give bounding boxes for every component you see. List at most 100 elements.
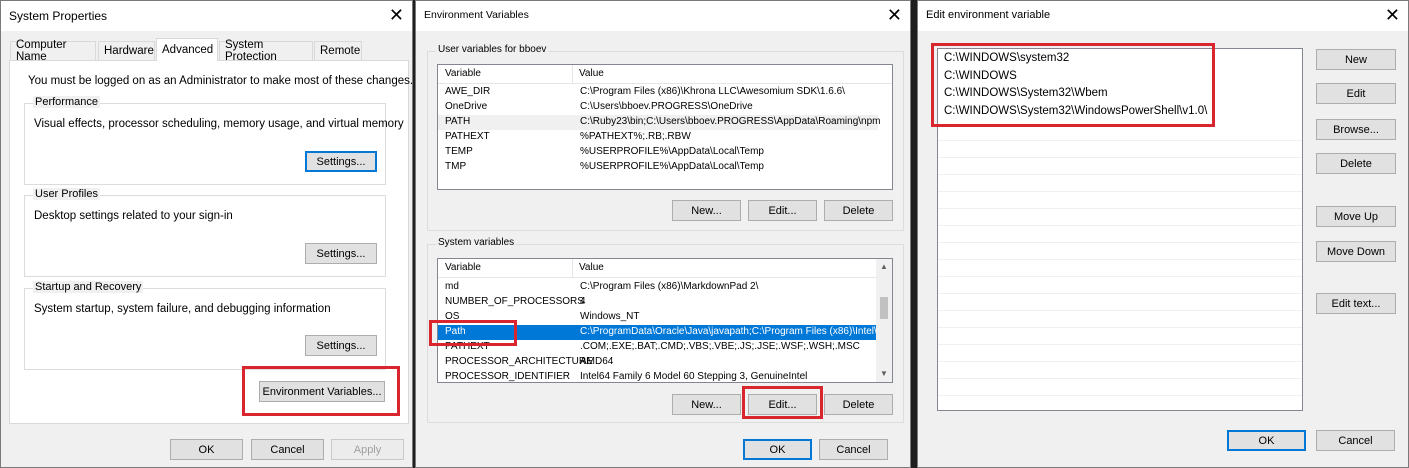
- tab-system-protection[interactable]: System Protection: [219, 39, 313, 63]
- table-row[interactable]: NUMBER_OF_PROCESSORS 4: [438, 295, 876, 310]
- row-value: %USERPROFILE%\AppData\Local\Temp: [580, 146, 764, 157]
- cancel-button[interactable]: Cancel: [251, 439, 324, 460]
- startup-recovery-group: Startup and Recovery System startup, sys…: [24, 281, 386, 370]
- system-variables-label: System variables: [436, 237, 517, 248]
- table-row[interactable]: PROCESSOR_IDENTIFIER Intel64 Family 6 Mod…: [438, 370, 876, 382]
- performance-group: Performance Visual effects, processor sc…: [24, 96, 404, 185]
- row-name: PATHEXT: [445, 131, 490, 142]
- row-name: OneDrive: [445, 101, 488, 112]
- row-value: C:\Ruby23\bin;C:\Users\bboev.PROGRESS\Ap…: [580, 116, 881, 127]
- title-bar: Environment Variables ✕: [416, 1, 910, 31]
- system-edit-button[interactable]: Edit...: [748, 394, 817, 415]
- system-new-button[interactable]: New...: [672, 394, 741, 415]
- table-row[interactable]: PATHEXT %PATHEXT%;.RB;.RBW: [438, 130, 892, 145]
- table-row[interactable]: OS Windows_NT: [438, 310, 876, 325]
- list-item[interactable]: C:\WINDOWS\system32: [944, 52, 1069, 64]
- user-profiles-label: User Profiles: [33, 188, 100, 200]
- environment-variables-button[interactable]: Environment Variables...: [259, 381, 385, 402]
- cancel-button[interactable]: Cancel: [819, 439, 888, 460]
- table-row[interactable]: TEMP %USERPROFILE%\AppData\Local\Temp: [438, 145, 892, 160]
- environment-variables-window: Environment Variables ✕ User variables f…: [415, 0, 911, 468]
- user-variables-list[interactable]: Variable Value AWE_DIR C:\Program Files (…: [437, 64, 893, 190]
- row-name: Path: [445, 326, 466, 337]
- tab-hardware[interactable]: Hardware: [98, 41, 155, 60]
- user-profiles-settings-button[interactable]: Settings...: [305, 243, 377, 264]
- move-up-button[interactable]: Move Up: [1316, 206, 1396, 227]
- user-profiles-group: User Profiles Desktop settings related t…: [24, 188, 386, 277]
- row-value: Windows_NT: [580, 311, 640, 322]
- scrollbar-thumb[interactable]: [880, 297, 888, 319]
- user-delete-button[interactable]: Delete: [824, 200, 893, 221]
- column-value[interactable]: Value: [579, 68, 604, 79]
- user-new-button[interactable]: New...: [672, 200, 741, 221]
- list-header: Variable Value: [438, 259, 876, 278]
- browse-button[interactable]: Browse...: [1316, 119, 1396, 140]
- delete-button[interactable]: Delete: [1316, 153, 1396, 174]
- ok-button[interactable]: OK: [170, 439, 243, 460]
- row-divider: [938, 395, 1302, 396]
- row-value: C:\Program Files (x86)\MarkdownPad 2\: [580, 281, 759, 292]
- column-variable[interactable]: Variable: [445, 262, 481, 273]
- table-row[interactable]: PATH C:\Ruby23\bin;C:\Users\bboev.PROGRES…: [438, 115, 881, 130]
- row-divider: [938, 276, 1302, 277]
- row-value: AMD64: [580, 356, 614, 367]
- tab-computer-name[interactable]: Computer Name: [10, 39, 96, 63]
- system-delete-button[interactable]: Delete: [824, 394, 893, 415]
- new-button[interactable]: New: [1316, 49, 1396, 70]
- row-divider: [938, 361, 1302, 362]
- row-divider: [938, 327, 1302, 328]
- row-divider: [938, 191, 1302, 192]
- performance-settings-button[interactable]: Settings...: [305, 151, 377, 172]
- user-edit-button[interactable]: Edit...: [748, 200, 817, 221]
- table-row[interactable]: md C:\Program Files (x86)\MarkdownPad 2\: [438, 280, 876, 295]
- ok-button[interactable]: OK: [743, 439, 812, 460]
- row-name: OS: [445, 311, 460, 322]
- scroll-down-icon[interactable]: ▼: [876, 366, 892, 382]
- row-name: NUMBER_OF_PROCESSORS: [445, 296, 584, 307]
- tab-remote[interactable]: Remote: [314, 41, 362, 60]
- apply-button[interactable]: Apply: [331, 439, 404, 460]
- move-down-button[interactable]: Move Down: [1316, 241, 1396, 262]
- row-name: PATHEXT: [445, 341, 490, 352]
- scroll-up-icon[interactable]: ▲: [876, 259, 892, 275]
- table-row[interactable]: OneDrive C:\Users\bboev.PROGRESS\OneDrive: [438, 100, 892, 115]
- vertical-scrollbar[interactable]: ▲ ▼: [876, 259, 892, 382]
- close-icon[interactable]: ✕: [887, 4, 902, 26]
- edit-text-button[interactable]: Edit text...: [1316, 293, 1396, 314]
- column-variable[interactable]: Variable: [445, 68, 481, 79]
- list-item[interactable]: C:\WINDOWS: [944, 70, 1017, 82]
- close-icon[interactable]: ✕: [389, 4, 404, 26]
- table-row[interactable]: PATHEXT .COM;.EXE;.BAT;.CMD;.VBS;.VBE;.JS…: [438, 340, 876, 355]
- close-icon[interactable]: ✕: [1385, 4, 1400, 26]
- system-variables-list[interactable]: Variable Value md C:\Program Files (x86)\…: [437, 258, 893, 383]
- column-separator: [572, 65, 573, 83]
- ok-button[interactable]: OK: [1227, 430, 1306, 451]
- row-divider: [938, 140, 1302, 141]
- row-value: C:\Program Files (x86)\Khrona LLC\Awesom…: [580, 86, 845, 97]
- user-variables-label: User variables for bboev: [436, 44, 549, 55]
- startup-recovery-desc: System startup, system failure, and debu…: [34, 303, 331, 315]
- cancel-button[interactable]: Cancel: [1316, 430, 1395, 451]
- performance-label: Performance: [33, 96, 100, 108]
- table-row[interactable]: AWE_DIR C:\Program Files (x86)\Khrona LLC…: [438, 85, 892, 100]
- edit-button[interactable]: Edit: [1316, 83, 1396, 104]
- row-name: PATH: [445, 116, 471, 127]
- path-entries-list[interactable]: C:\WINDOWS\system32 C:\WINDOWS C:\WINDOW…: [937, 48, 1303, 411]
- list-item[interactable]: C:\WINDOWS\System32\WindowsPowerShell\v1…: [944, 105, 1207, 117]
- list-item[interactable]: C:\WINDOWS\System32\Wbem: [944, 87, 1108, 99]
- row-divider: [938, 208, 1302, 209]
- table-row[interactable]: TMP %USERPROFILE%\AppData\Local\Temp: [438, 160, 892, 175]
- column-value[interactable]: Value: [579, 262, 604, 273]
- row-divider: [938, 310, 1302, 311]
- window-title: Environment Variables: [424, 9, 529, 21]
- startup-recovery-settings-button[interactable]: Settings...: [305, 335, 377, 356]
- row-name: md: [445, 281, 459, 292]
- row-divider: [938, 242, 1302, 243]
- table-row[interactable]: PROCESSOR_ARCHITECTURE AMD64: [438, 355, 876, 370]
- table-row-selected[interactable]: Path C:\ProgramData\Oracle\Java\javapath;…: [438, 325, 887, 340]
- row-value: %PATHEXT%;.RB;.RBW: [580, 131, 691, 142]
- tab-advanced[interactable]: Advanced: [156, 38, 218, 61]
- row-value: %USERPROFILE%\AppData\Local\Temp: [580, 161, 764, 172]
- row-divider: [938, 174, 1302, 175]
- user-profiles-desc: Desktop settings related to your sign-in: [34, 210, 233, 222]
